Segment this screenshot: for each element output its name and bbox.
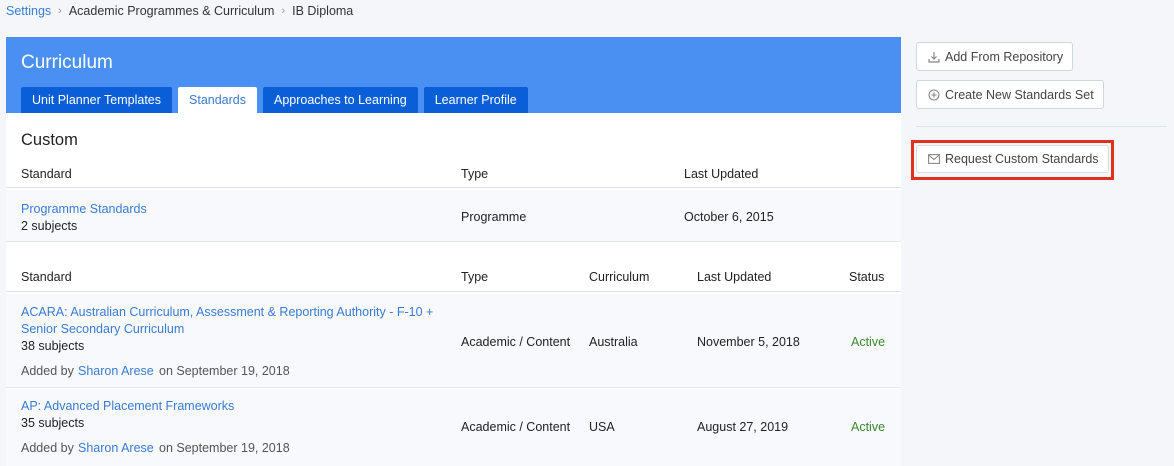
tab-learner-profile[interactable]: Learner Profile [423, 87, 528, 113]
curriculum-region: USA [589, 420, 615, 434]
page-title: Curriculum [21, 52, 113, 73]
column-header-standard: Standard [21, 270, 72, 284]
tab-standards[interactable]: Standards [178, 87, 257, 113]
column-header-type: Type [461, 167, 489, 181]
standards-table-header: Standard Type Curriculum Last Updated St… [6, 262, 901, 292]
breadcrumb-ib-diploma: IB Diploma [292, 4, 354, 18]
add-from-repository-label: Add From Repository [945, 49, 1064, 64]
standard-type: Academic / Content [461, 420, 571, 434]
breadcrumb: Settings › Academic Programmes & Curricu… [6, 4, 353, 18]
sidebar-divider [916, 126, 1167, 127]
add-from-repository-button[interactable]: Add From Repository [916, 42, 1074, 71]
plus-circle-icon [928, 88, 940, 101]
table-row: Programme Standards 2 subjects Programme… [6, 190, 901, 242]
curriculum-region: Australia [589, 335, 638, 349]
standard-name-link-continued[interactable]: Senior Secondary Curriculum [21, 322, 184, 336]
added-date: on September 19, 2018 [159, 364, 290, 378]
tab-unit-planner-templates[interactable]: Unit Planner Templates [21, 87, 173, 113]
breadcrumb-separator: › [281, 5, 286, 17]
standard-name-link[interactable]: ACARA: Australian Curriculum, Assessment… [21, 305, 433, 319]
tab-bar: Unit Planner Templates Standards Approac… [21, 87, 528, 113]
custom-table-header: Standard Type Last Updated [6, 158, 901, 188]
tab-approaches-to-learning[interactable]: Approaches to Learning [263, 87, 418, 113]
subject-count: 38 subjects [21, 339, 85, 353]
breadcrumb-separator: › [58, 5, 62, 17]
table-row: ACARA: Australian Curriculum, Assessment… [6, 294, 901, 388]
added-by-user-link[interactable]: Sharon Arese [78, 364, 154, 378]
panel-header: Curriculum Unit Planner Templates Standa… [6, 37, 901, 113]
subject-count: 2 subjects [21, 219, 78, 233]
highlight-box [911, 140, 1114, 180]
custom-section-title: Custom [21, 131, 78, 149]
subject-count: 35 subjects [21, 416, 85, 430]
curriculum-panel: Curriculum Unit Planner Templates Standa… [6, 37, 901, 466]
column-header-status: Status [849, 270, 885, 284]
last-updated: August 27, 2019 [697, 420, 789, 434]
last-updated: November 5, 2018 [697, 335, 800, 349]
last-updated: October 6, 2015 [684, 210, 774, 224]
column-header-last-updated: Last Updated [697, 270, 772, 284]
standard-name-link[interactable]: AP: Advanced Placement Frameworks [21, 399, 234, 413]
column-header-curriculum: Curriculum [589, 270, 650, 284]
standard-type: Academic / Content [461, 335, 571, 349]
create-new-standards-set-button[interactable]: Create New Standards Set [916, 80, 1104, 109]
status-badge: Active [851, 420, 886, 434]
upload-tray-icon [928, 51, 940, 63]
create-new-standards-set-label: Create New Standards Set [945, 87, 1094, 102]
breadcrumb-settings-link[interactable]: Settings [6, 4, 51, 18]
column-header-standard: Standard [21, 167, 72, 181]
added-by-label: Added by [21, 364, 74, 378]
added-by-label: Added by [21, 441, 74, 455]
breadcrumb-academic-programmes[interactable]: Academic Programmes & Curriculum [69, 4, 275, 18]
standard-type: Programme [461, 210, 527, 224]
status-badge: Active [851, 335, 886, 349]
column-header-last-updated: Last Updated [684, 167, 759, 181]
added-date: on September 19, 2018 [159, 441, 290, 455]
table-row: AP: Advanced Placement Frameworks 35 sub… [6, 389, 901, 466]
standard-name-link[interactable]: Programme Standards [21, 202, 147, 216]
added-by-user-link[interactable]: Sharon Arese [78, 441, 154, 455]
column-header-type: Type [461, 270, 489, 284]
